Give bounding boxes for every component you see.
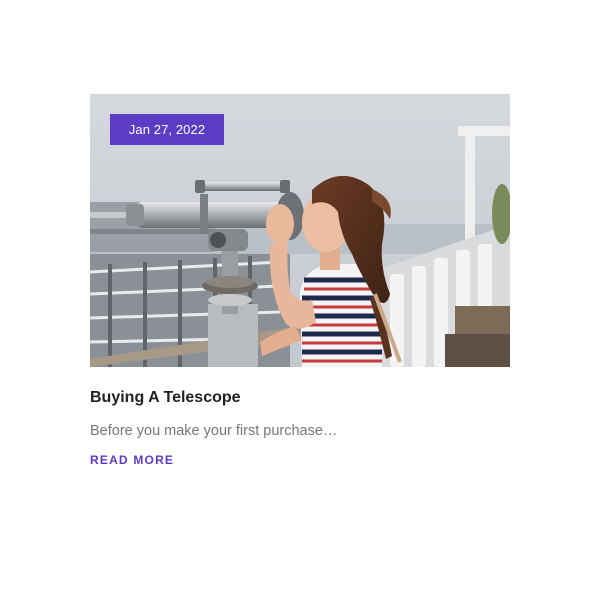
post-title[interactable]: Buying A Telescope xyxy=(90,388,510,408)
post-date-badge: Jan 27, 2022 xyxy=(110,114,224,145)
post-featured-image[interactable]: Jan 27, 2022 xyxy=(90,94,510,367)
blog-post-card: Jan 27, 2022 Buying A Telescope Before y… xyxy=(90,94,510,469)
read-more-link[interactable]: READ MORE xyxy=(90,453,174,467)
post-excerpt: Before you make your first purchase… xyxy=(90,423,338,439)
